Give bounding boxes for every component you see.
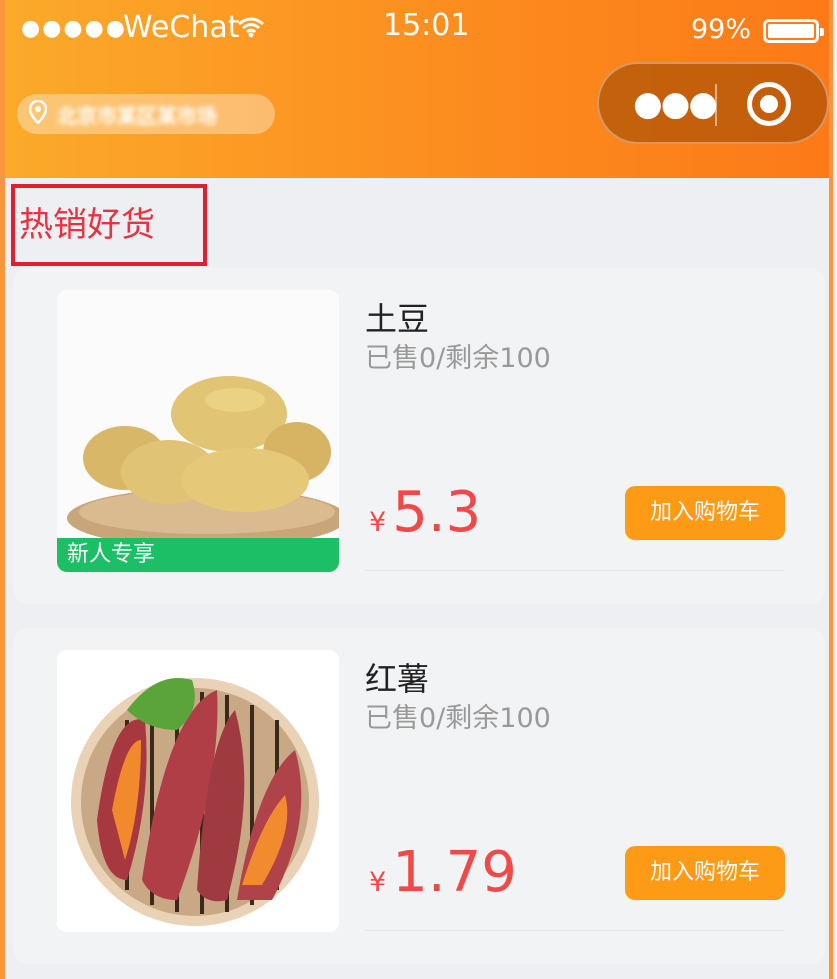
carrier-name: WeChat [123, 10, 240, 45]
product-stock: 已售0/剩余100 [365, 343, 551, 374]
status-bar: ●●●●● WeChat 15:01 99% [5, 8, 829, 45]
product-card-potato[interactable]: 新人专享 土豆 已售0/剩余100 ¥5.3 加入购物车 [13, 268, 825, 604]
product-price: ¥1.79 [369, 840, 517, 905]
add-to-cart-button[interactable]: 加入购物车 [625, 846, 785, 900]
new-user-badge: 新人专享 [57, 538, 339, 572]
product-image-sweet-potato [57, 650, 339, 932]
battery-icon [763, 19, 824, 43]
divider [365, 930, 785, 931]
product-name: 红薯 [365, 660, 430, 698]
add-to-cart-button[interactable]: 加入购物车 [625, 486, 785, 540]
currency-symbol: ¥ [369, 867, 387, 898]
product-price: ¥5.3 [369, 480, 481, 545]
wifi-icon [237, 16, 265, 44]
location-text: 北京市某区某市场 [57, 103, 217, 128]
currency-symbol: ¥ [369, 507, 387, 538]
app-frame: ●●●●● WeChat 15:01 99% 北京市某区某市场 ●●● 热销好货 [0, 0, 833, 979]
product-name: 土豆 [365, 300, 430, 338]
product-image-potato: 新人专享 [57, 290, 339, 572]
more-icon[interactable]: ●●● [633, 84, 718, 124]
divider [365, 570, 785, 571]
capsule-divider [715, 84, 717, 126]
location-selector[interactable]: 北京市某区某市场 [17, 94, 275, 134]
price-value: 5.3 [392, 480, 482, 545]
battery-percent: 99% [691, 14, 752, 45]
target-icon[interactable] [747, 82, 791, 126]
mini-program-capsule: ●●● [597, 62, 829, 144]
clock: 15:01 [383, 8, 470, 43]
price-value: 1.79 [392, 840, 517, 905]
section-title: 热销好货 [11, 184, 207, 266]
product-stock: 已售0/剩余100 [365, 703, 551, 734]
signal-icon: ●●●●● [21, 16, 127, 41]
product-card-sweet-potato[interactable]: 红薯 已售0/剩余100 ¥1.79 加入购物车 [13, 628, 825, 964]
header: ●●●●● WeChat 15:01 99% 北京市某区某市场 ●●● [5, 0, 829, 178]
location-pin-icon [28, 99, 48, 128]
